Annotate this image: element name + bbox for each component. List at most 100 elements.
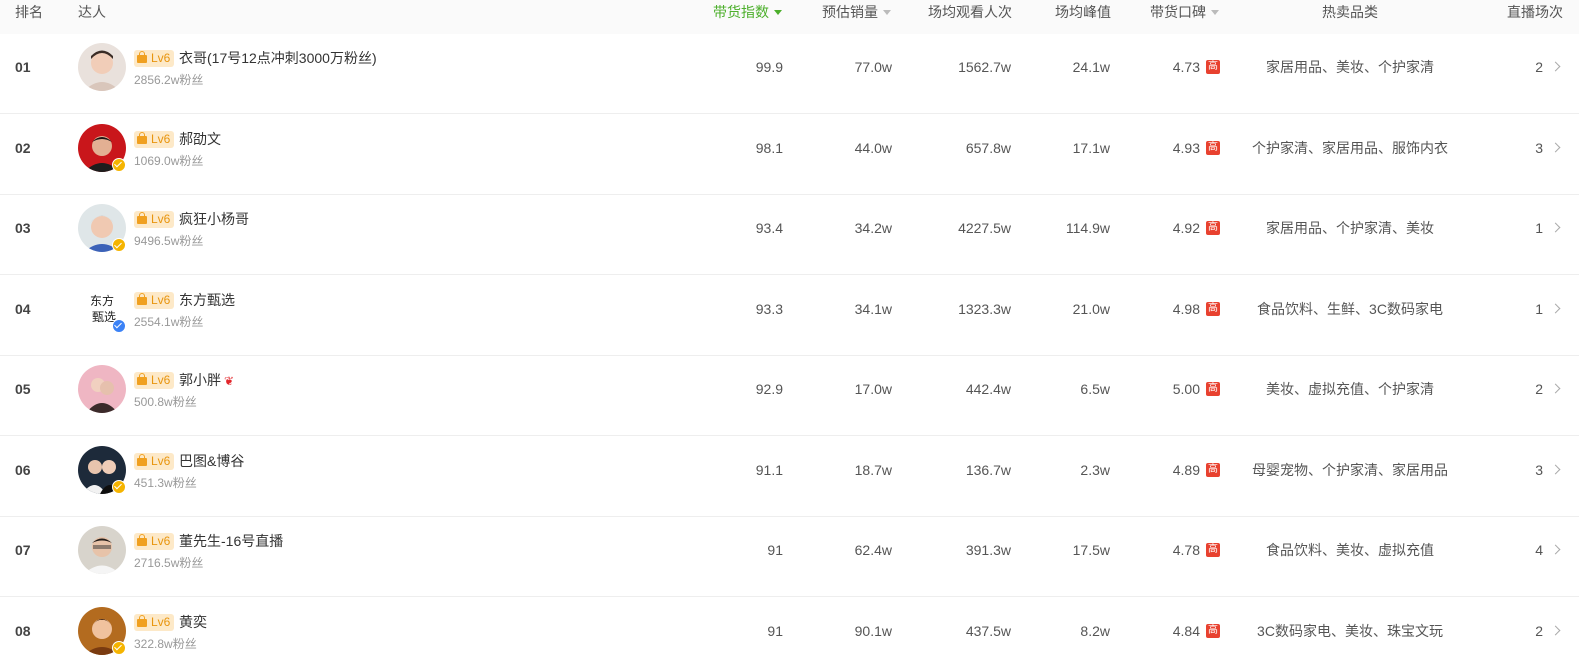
est-sales-value: 34.1w (854, 300, 892, 317)
table-row[interactable]: 01 Lv6 衣哥(17号12点冲刺3000万粉丝) 2856.2w粉丝 99.9 77.… (0, 34, 1579, 114)
session-count: 1 (1535, 220, 1543, 236)
chevron-right-icon[interactable] (1550, 625, 1561, 635)
avg-peak-value: 6.5w (1080, 381, 1110, 397)
chevron-right-icon[interactable] (1550, 61, 1561, 72)
sales-index-value: 92.9 (755, 381, 783, 397)
high-tag: 高 (1206, 382, 1220, 396)
hot-categories: 家居用品、美妆、个护家清 (1266, 59, 1434, 75)
level-label: Lv6 (151, 131, 171, 146)
level-badge: Lv6 (134, 291, 175, 309)
header-sessions: 直播场次 (1507, 4, 1563, 20)
level-label: Lv6 (151, 614, 171, 629)
avatar[interactable] (78, 43, 126, 91)
header-est-sales[interactable]: 预估销量 (822, 0, 891, 34)
level-badge: Lv6 (134, 533, 175, 550)
table-row[interactable]: 04 东方 甄选 Lv6 东方甄选 2554.1w粉丝 93.3 34.1w 1323.3w 21… (0, 275, 1579, 356)
influencer-name[interactable]: 董先生-16号直播 (179, 531, 283, 551)
sales-index-value: 99.9 (755, 59, 783, 75)
svg-text:东方: 东方 (90, 293, 114, 308)
high-tag: 高 (1206, 301, 1220, 316)
chevron-right-icon[interactable] (1550, 464, 1561, 474)
follower-count: 322.8w粉丝 (134, 636, 197, 651)
sales-index-value: 98.1 (755, 139, 783, 156)
high-tag: 高 (1206, 543, 1220, 557)
sales-index-value: 91 (767, 542, 783, 558)
reputation-cell: 4.78 高 (1120, 517, 1220, 597)
avatar[interactable] (78, 365, 126, 413)
rank-number: 04 (15, 300, 31, 317)
reputation-score: 4.84 (1172, 622, 1200, 639)
rank-number: 08 (15, 622, 31, 639)
influencer-name-text: 疯狂小杨哥 (179, 211, 249, 227)
header-sales-index[interactable]: 带货指数 (713, 0, 782, 34)
avg-peak-value: 21.0w (1072, 300, 1110, 317)
hot-categories: 母婴宠物、个护家清、家居用品 (1252, 461, 1448, 478)
sales-index-value: 93.4 (755, 220, 783, 236)
verified-check-icon (112, 318, 126, 333)
table-row[interactable]: 03 Lv6 疯狂小杨哥 9496.5w粉丝 93.4 34.2w 4227.5w 114.9… (0, 195, 1579, 275)
table-row[interactable]: 07 Lv6 董先生-16号直播 2716.5w粉丝 91 62.4w 391.3w 17.5… (0, 517, 1579, 597)
table-row[interactable]: 06 Lv6 巴图&博谷 451.3w粉丝 91.1 18.7w 136.7w 2.3w 4.8… (0, 436, 1579, 517)
hot-categories: 美妆、虚拟充值、个护家清 (1266, 381, 1434, 397)
avatar[interactable] (78, 526, 126, 574)
level-label: Lv6 (151, 453, 171, 468)
sales-index-value: 91 (767, 622, 783, 639)
follower-count: 9496.5w粉丝 (134, 234, 204, 248)
table-row[interactable]: 05 Lv6 郭小胖 ❦ 500.8w粉丝 92.9 17.0w 442.4w 6.5w 5.00… (0, 356, 1579, 436)
level-label: Lv6 (151, 292, 171, 307)
header-reputation[interactable]: 带货口碑 (1150, 0, 1219, 34)
high-tag: 高 (1206, 140, 1220, 155)
chevron-right-icon[interactable] (1550, 383, 1561, 394)
follower-count: 451.3w粉丝 (134, 475, 197, 490)
influencer-name[interactable]: 衣哥(17号12点冲刺3000万粉丝) (179, 48, 377, 68)
chevron-right-icon[interactable] (1550, 222, 1561, 233)
session-count: 2 (1535, 381, 1543, 397)
chevron-right-icon[interactable] (1550, 544, 1561, 555)
est-sales-value: 90.1w (854, 622, 892, 639)
influencer-name-text: 巴图&博谷 (179, 452, 245, 469)
sales-index-value: 91.1 (755, 461, 783, 478)
sales-index-value: 93.3 (755, 300, 783, 317)
est-sales-value: 18.7w (854, 461, 892, 478)
rank-number: 05 (15, 381, 31, 397)
verified-check-icon (112, 640, 126, 655)
influencer-name[interactable]: 东方甄选 (179, 290, 235, 310)
reputation-score: 4.73 (1172, 59, 1200, 75)
follower-count: 1069.0w粉丝 (134, 153, 204, 168)
influencer-name-text: 衣哥(17号12点冲刺3000万粉丝) (179, 50, 377, 66)
sort-down-icon (1211, 10, 1219, 15)
session-count: 3 (1535, 461, 1543, 478)
level-badge: Lv6 (134, 613, 175, 631)
reputation-cell: 4.93 高 (1120, 115, 1220, 195)
avg-peak-value: 2.3w (1080, 461, 1110, 478)
lock-icon (137, 212, 147, 224)
header-avg-views: 场均观看人次 (928, 4, 1012, 20)
follower-count: 2554.1w粉丝 (134, 314, 204, 329)
avg-peak-value: 114.9w (1065, 220, 1110, 236)
table-row[interactable]: 08 Lv6 黄奕 322.8w粉丝 91 90.1w 437.5w 8.2w 4.84 高 3C数… (0, 597, 1579, 669)
lock-icon (137, 51, 147, 63)
follower-count: 500.8w粉丝 (134, 395, 197, 409)
est-sales-value: 62.4w (854, 542, 892, 558)
influencer-name-text: 董先生-16号直播 (179, 533, 284, 549)
level-badge: Lv6 (134, 211, 175, 228)
influencer-name[interactable]: 巴图&博谷 (179, 451, 244, 471)
reputation-cell: 4.73 高 (1120, 34, 1220, 114)
bow-icon: ❦ (224, 374, 235, 388)
table-row[interactable]: 02 Lv6 郝劭文 1069.0w粉丝 98.1 44.0w 657.8w 17.1w 4.9… (0, 114, 1579, 195)
reputation-cell: 4.98 高 (1120, 276, 1220, 356)
influencer-name[interactable]: 郝劭文 (179, 129, 221, 149)
level-badge: Lv6 (134, 372, 175, 389)
reputation-score: 4.92 (1172, 220, 1200, 236)
hot-categories: 家居用品、个护家清、美妆 (1266, 220, 1434, 236)
lock-icon (137, 614, 147, 627)
level-badge: Lv6 (134, 50, 175, 67)
influencer-name[interactable]: 郭小胖 ❦ (179, 370, 234, 391)
rank-number: 03 (15, 220, 31, 236)
chevron-right-icon[interactable] (1550, 303, 1561, 313)
influencer-name[interactable]: 疯狂小杨哥 (179, 209, 249, 229)
influencer-name[interactable]: 黄奕 (179, 612, 207, 632)
chevron-right-icon[interactable] (1550, 142, 1561, 152)
header-sales-index-label: 带货指数 (713, 4, 769, 20)
avg-peak-value: 17.5w (1072, 542, 1110, 558)
